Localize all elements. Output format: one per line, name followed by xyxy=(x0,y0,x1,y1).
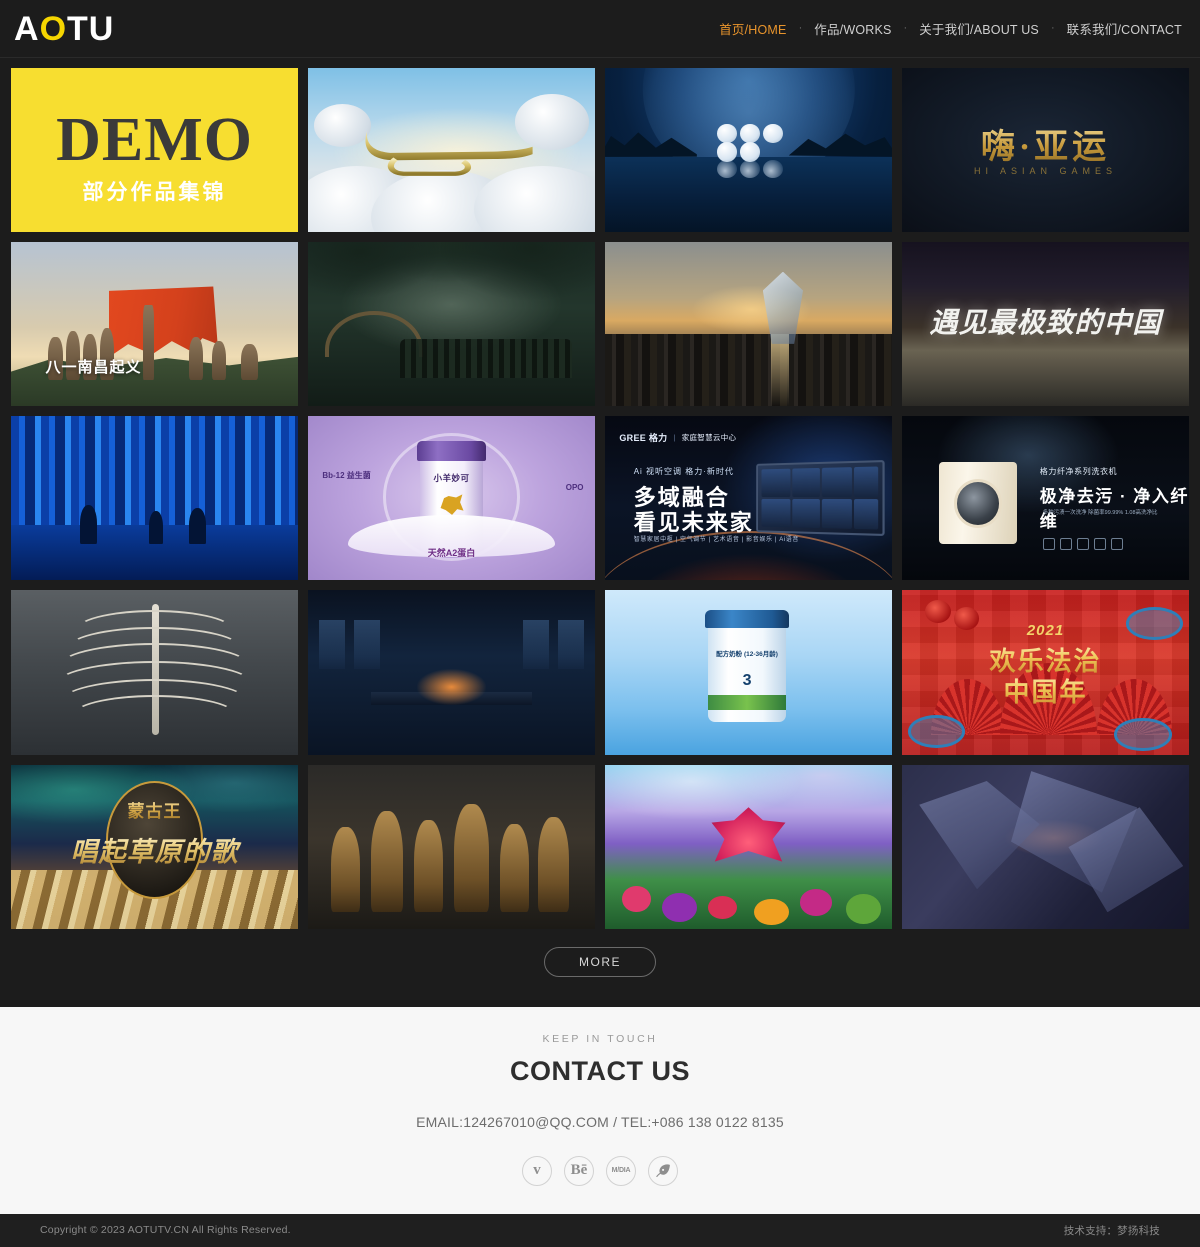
tile-bronze-statue-group[interactable] xyxy=(308,764,595,929)
works-gallery: DEMO 部分作品集锦 嗨·亚运 HI ASIAN GAMES 八一南昌起义 遇… xyxy=(0,58,1200,929)
tile-gree-washing-machine-ad[interactable]: 格力纤净系列洗衣机 极净去污 · 净入纤维 多种污渍一次洗净 除菌率99.99%… xyxy=(902,416,1189,581)
contact-us-heading: CONTACT US xyxy=(510,1055,690,1086)
mongol-king-slogan: 唱起草原的歌 xyxy=(11,830,298,869)
formula-stage: 3 xyxy=(742,672,752,690)
logo-letter-a: A xyxy=(14,9,40,48)
copyright-text: Copyright © 2023 AOTUTV.CN All Rights Re… xyxy=(40,1224,291,1237)
tile-ribcage-anatomy[interactable] xyxy=(11,590,298,755)
social-links: v Bē M/DIA xyxy=(0,1155,1200,1214)
gree-ai-line: Ai 视听空调 格力·新时代 xyxy=(633,466,734,476)
monument-caption: 八一南昌起义 xyxy=(45,358,142,376)
tile-extreme-china-calligraphy[interactable]: 遇见最极致的中国 xyxy=(902,242,1189,407)
tile-nanchang-uprising[interactable]: 八一南昌起义 xyxy=(11,242,298,407)
tile-dark-office-fire[interactable] xyxy=(308,590,595,755)
tile-demo-cover[interactable]: DEMO 部分作品集锦 xyxy=(11,68,298,233)
vimeo-glyph: v xyxy=(533,1162,541,1179)
copyright-bar: Copyright © 2023 AOTUTV.CN All Rights Re… xyxy=(0,1213,1200,1247)
more-button[interactable]: MORE xyxy=(544,946,656,977)
keep-in-touch-label: KEEP IN TOUCH xyxy=(542,1032,658,1045)
washer-headline: 极净去污 · 净入纤维 xyxy=(1039,486,1189,531)
asian-games-title: 嗨·亚运 xyxy=(902,119,1189,168)
milk-tag-left: Bb-12 益生菌 xyxy=(322,471,371,481)
asian-games-subtitle: HI ASIAN GAMES xyxy=(973,166,1118,177)
flower-artwork xyxy=(605,764,892,929)
main-navigation: 首页/HOME · 作品/WORKS · 关于我们/ABOUT US · 联系我… xyxy=(719,19,1182,38)
tile-misty-forest-crowd[interactable] xyxy=(308,242,595,407)
tile-golden-trumpet-clouds[interactable] xyxy=(308,68,595,233)
comet-glyph xyxy=(655,1164,670,1178)
nav-item-works[interactable]: 作品/WORKS xyxy=(814,19,891,38)
tile-mongol-king-grassland-song[interactable]: 蒙古王 唱起草原的歌 xyxy=(11,764,298,929)
washer-specs: 多种污渍一次洗净 除菌率99.99% 1.08高洗净比 xyxy=(1042,510,1158,517)
site-header: A O TU 首页/HOME · 作品/WORKS · 关于我们/ABOUT US … xyxy=(0,0,1200,58)
logo-letter-tu: TU xyxy=(67,9,115,48)
monument-artwork xyxy=(11,242,298,407)
nav-separator: · xyxy=(903,22,908,34)
logo-letter-o: O xyxy=(39,9,68,48)
nav-separator: · xyxy=(798,22,803,34)
contact-details: EMAIL:124267010@QQ.COM / TEL:+086 138 01… xyxy=(416,1113,784,1130)
demo-title: DEMO xyxy=(56,106,253,175)
works-grid: DEMO 部分作品集锦 嗨·亚运 HI ASIAN GAMES 八一南昌起义 遇… xyxy=(11,68,1189,929)
washer-feature-icons xyxy=(1042,537,1123,550)
comet-icon[interactable] xyxy=(648,1155,678,1186)
forest-artwork xyxy=(308,242,595,406)
milk-tag-right: OPO xyxy=(565,482,584,492)
site-logo[interactable]: A O TU xyxy=(14,12,114,46)
tile-moonlit-lake-spheres[interactable] xyxy=(605,68,892,233)
milk-brand-name: 小羊妙可 xyxy=(433,473,470,484)
milk-tag-bottom: 天然A2蛋白 xyxy=(427,548,476,559)
ribcage-artwork xyxy=(11,590,298,754)
tile-gree-smart-home-ad[interactable]: GREE 格力 | 家庭智慧云中心 Ai 视听空调 格力·新时代 多域融合 看见… xyxy=(605,416,892,581)
mdia-glyph: M/DIA xyxy=(611,1167,631,1175)
vimeo-icon[interactable]: v xyxy=(522,1155,552,1186)
new-year-title-2: 中国年 xyxy=(902,672,1189,709)
blue-corridor-artwork xyxy=(11,416,298,581)
tile-goat-milk-powder-ad[interactable]: 小羊妙可 Bb-12 益生菌 OPO 天然A2蛋白 xyxy=(308,416,595,581)
nav-item-about-us[interactable]: 关于我们/ABOUT US xyxy=(919,19,1039,38)
behance-glyph: Bē xyxy=(570,1162,588,1179)
tile-infant-formula-ad[interactable]: 配方奶粉 (12-36月龄) 3 xyxy=(605,590,892,755)
tile-chinese-new-year[interactable]: 2021 欢乐法治 中国年 xyxy=(902,590,1189,755)
geometry-artwork xyxy=(902,765,1189,929)
china-calligraphy-title: 遇见最极致的中国 xyxy=(929,308,1162,340)
tile-hi-asian-games[interactable]: 嗨·亚运 HI ASIAN GAMES xyxy=(902,68,1189,233)
nav-separator: · xyxy=(1050,22,1055,34)
tile-blue-light-corridor[interactable] xyxy=(11,416,298,581)
trumpet-artwork xyxy=(308,68,595,233)
more-section: MORE xyxy=(0,928,1200,1007)
gree-headline-2: 看见未来家 xyxy=(633,509,754,535)
trumpet-icon xyxy=(365,130,533,177)
nav-item-home[interactable]: 首页/HOME xyxy=(719,19,786,38)
tile-fantasy-flower-field[interactable] xyxy=(605,764,892,929)
demo-subtitle: 部分作品集锦 xyxy=(82,181,227,205)
formula-label: 配方奶粉 (12-36月龄) xyxy=(716,650,778,658)
gree-brand-right: 家庭智慧云中心 xyxy=(681,433,737,443)
tile-dark-geometric-abstract[interactable] xyxy=(902,764,1189,929)
gree-brand-separator: | xyxy=(673,433,676,443)
room-artwork xyxy=(308,590,595,754)
mongol-king-brand: 蒙古王 xyxy=(11,797,298,822)
washer-subhead: 格力纤净系列洗衣机 xyxy=(1039,466,1118,476)
tech-support-text: 技术支持：梦扬科技 xyxy=(1063,1224,1160,1237)
lake-artwork xyxy=(605,68,892,233)
behance-icon[interactable]: Bē xyxy=(564,1155,594,1186)
gree-brand: GREE 格力 xyxy=(619,433,668,444)
gree-brandbar: GREE 格力 | 家庭智慧云中心 xyxy=(619,431,736,444)
city-artwork xyxy=(605,242,892,407)
bronze-artwork xyxy=(308,765,595,929)
new-year-year: 2021 xyxy=(1026,621,1065,639)
nav-item-contact[interactable]: 联系我们/CONTACT xyxy=(1067,19,1182,38)
gree-features: 智慧家居中枢 | 空气调节 | 艺术语音 | 影音娱乐 | Ai语音 xyxy=(633,537,799,544)
tile-city-sunset-crystal[interactable] xyxy=(605,242,892,407)
site-footer: KEEP IN TOUCH CONTACT US EMAIL:124267010… xyxy=(0,1006,1200,1247)
mdia-icon[interactable]: M/DIA xyxy=(606,1155,636,1186)
